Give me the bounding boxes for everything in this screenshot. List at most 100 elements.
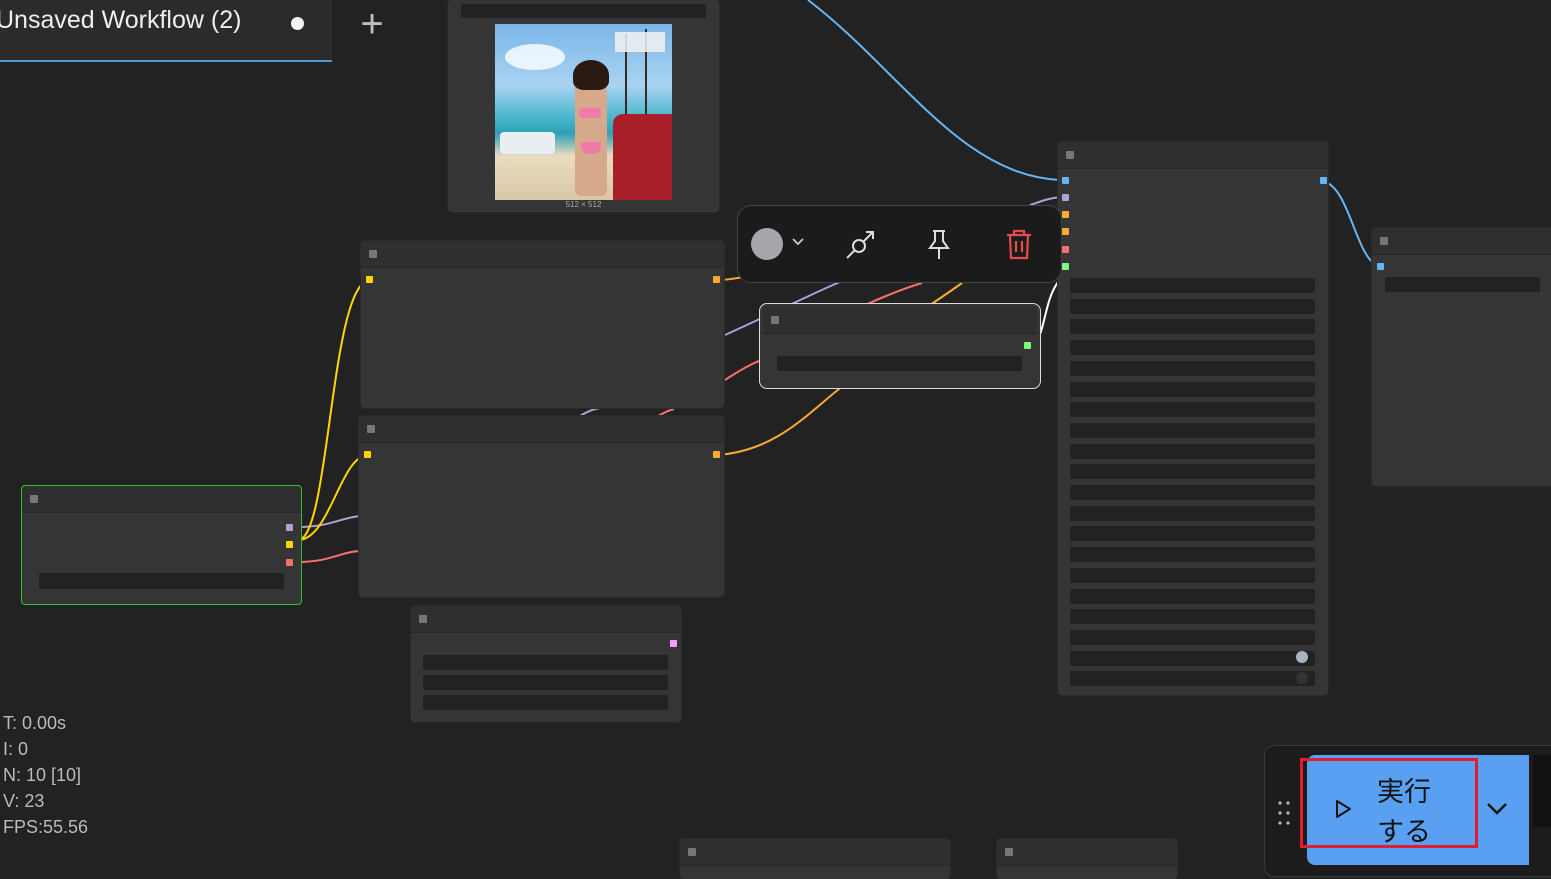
ksampler-widget-row[interactable] xyxy=(1070,422,1315,438)
input-slot-positive[interactable] xyxy=(1062,211,1069,218)
bypass-icon[interactable] xyxy=(841,226,877,262)
toggle-on-icon[interactable] xyxy=(1296,651,1308,663)
ksampler-widget-row[interactable] xyxy=(1070,588,1315,604)
collapse-icon[interactable] xyxy=(688,848,696,856)
output-slot-latent[interactable] xyxy=(670,640,677,647)
ksampler-widget-row[interactable] xyxy=(1070,650,1315,666)
ksampler-widget-row[interactable] xyxy=(1070,298,1315,314)
input-slot-clip[interactable] xyxy=(366,276,373,283)
save-image-node[interactable] xyxy=(1372,228,1551,486)
link-model xyxy=(297,515,361,528)
filename-widget[interactable] xyxy=(1385,277,1540,292)
ksampler-widget-row[interactable] xyxy=(1070,443,1315,459)
input-slot-image[interactable] xyxy=(1062,177,1069,184)
link-cond-up xyxy=(929,282,963,306)
stat-fps: FPS:55.56 xyxy=(3,817,89,837)
ksampler-widget-row[interactable] xyxy=(1070,360,1315,376)
collapse-icon[interactable] xyxy=(771,316,779,324)
stat-iterations: I: 0 xyxy=(3,739,29,759)
input-slot-vae[interactable] xyxy=(1062,246,1069,253)
node-header[interactable] xyxy=(680,839,950,866)
width-widget[interactable] xyxy=(423,655,668,670)
chevron-down-icon[interactable] xyxy=(1484,798,1510,818)
node-header[interactable] xyxy=(22,486,301,513)
output-slot-vae[interactable] xyxy=(286,559,293,566)
selected-node-widget[interactable] xyxy=(777,356,1022,371)
preview-image-node[interactable]: 512 × 512 xyxy=(448,0,719,212)
ksampler-widget-row[interactable] xyxy=(1070,671,1315,687)
input-slot-images[interactable] xyxy=(1377,263,1384,270)
ksampler-widget-row[interactable] xyxy=(1070,629,1315,645)
link-image-top xyxy=(807,0,1061,181)
bottom-node-1[interactable] xyxy=(680,839,950,879)
ksampler-node[interactable] xyxy=(1058,142,1328,695)
output-slot-conditioning[interactable] xyxy=(713,451,720,458)
stat-time: T: 0.00s xyxy=(3,713,67,733)
link-model-mid xyxy=(579,407,601,417)
toggle-off-icon[interactable] xyxy=(1296,672,1308,684)
checkpoint-select-widget[interactable] xyxy=(39,573,284,589)
output-slot-conditioning[interactable] xyxy=(713,276,720,283)
input-slot-negative[interactable] xyxy=(1062,228,1069,235)
ksampler-widget-row[interactable] xyxy=(1070,609,1315,625)
bottom-node-2[interactable] xyxy=(997,839,1177,879)
link-image-out xyxy=(1319,180,1381,267)
node-header[interactable] xyxy=(1058,142,1328,169)
queue-extra-panel xyxy=(1533,755,1551,827)
clip-text-encode-node-negative[interactable] xyxy=(359,416,724,597)
link-vae xyxy=(297,550,361,563)
node-header[interactable] xyxy=(997,839,1177,866)
ksampler-widget-row[interactable] xyxy=(1070,505,1315,521)
drag-handle-icon[interactable] xyxy=(1276,800,1292,826)
preview-node-widget xyxy=(461,4,706,18)
trash-icon[interactable] xyxy=(1001,226,1037,262)
output-slot-clip[interactable] xyxy=(286,541,293,548)
node-header[interactable] xyxy=(763,307,1037,334)
height-widget[interactable] xyxy=(423,675,668,690)
collapse-icon[interactable] xyxy=(419,615,427,623)
stat-vertices: V: 23 xyxy=(3,791,45,811)
collapse-icon[interactable] xyxy=(367,425,375,433)
collapse-icon[interactable] xyxy=(1380,237,1388,245)
input-slot-clip[interactable] xyxy=(364,451,371,458)
link-vae-up xyxy=(724,359,763,381)
empty-latent-node[interactable] xyxy=(411,606,681,722)
ksampler-widget-row[interactable] xyxy=(1070,319,1315,335)
chevron-down-icon[interactable] xyxy=(790,234,806,250)
node-header[interactable] xyxy=(359,416,724,443)
node-header[interactable] xyxy=(361,241,724,268)
ksampler-widget-row[interactable] xyxy=(1070,526,1315,542)
checkpoint-loader-node[interactable] xyxy=(21,485,302,605)
color-picker-icon[interactable] xyxy=(751,228,783,260)
batch-widget[interactable] xyxy=(423,695,668,710)
ksampler-widget-row[interactable] xyxy=(1070,381,1315,397)
preview-image xyxy=(495,24,672,200)
node-header[interactable] xyxy=(411,606,681,633)
collapse-icon[interactable] xyxy=(1005,848,1013,856)
plus-icon[interactable]: + xyxy=(352,4,392,46)
node-header[interactable] xyxy=(1372,228,1551,255)
output-slot-image[interactable] xyxy=(1320,177,1327,184)
input-slot-model[interactable] xyxy=(1062,194,1069,201)
workflow-tab[interactable]: Unsaved Workflow (2) xyxy=(0,0,332,62)
preview-size-label: 512 × 512 xyxy=(565,200,602,209)
workflow-tab-title: Unsaved Workflow (2) xyxy=(0,6,242,34)
ksampler-widget-row[interactable] xyxy=(1070,464,1315,480)
input-slot-extra[interactable] xyxy=(1062,263,1069,270)
selection-toolbox xyxy=(737,205,1062,283)
ksampler-widget-row[interactable] xyxy=(1070,567,1315,583)
ksampler-widget-row[interactable] xyxy=(1070,402,1315,418)
selected-node[interactable] xyxy=(759,303,1041,389)
output-slot-model[interactable] xyxy=(286,524,293,531)
ksampler-widget-row[interactable] xyxy=(1070,485,1315,500)
ksampler-widget-row[interactable] xyxy=(1070,278,1315,293)
collapse-icon[interactable] xyxy=(30,495,38,503)
output-slot[interactable] xyxy=(1024,342,1031,349)
clip-text-encode-node-positive[interactable] xyxy=(361,241,724,408)
collapse-icon[interactable] xyxy=(1066,151,1074,159)
ksampler-widget-row[interactable] xyxy=(1070,340,1315,356)
collapse-icon[interactable] xyxy=(369,250,377,258)
ksampler-widget-row[interactable] xyxy=(1070,547,1315,563)
pin-icon[interactable] xyxy=(921,226,957,262)
unsaved-indicator-icon xyxy=(291,17,304,30)
